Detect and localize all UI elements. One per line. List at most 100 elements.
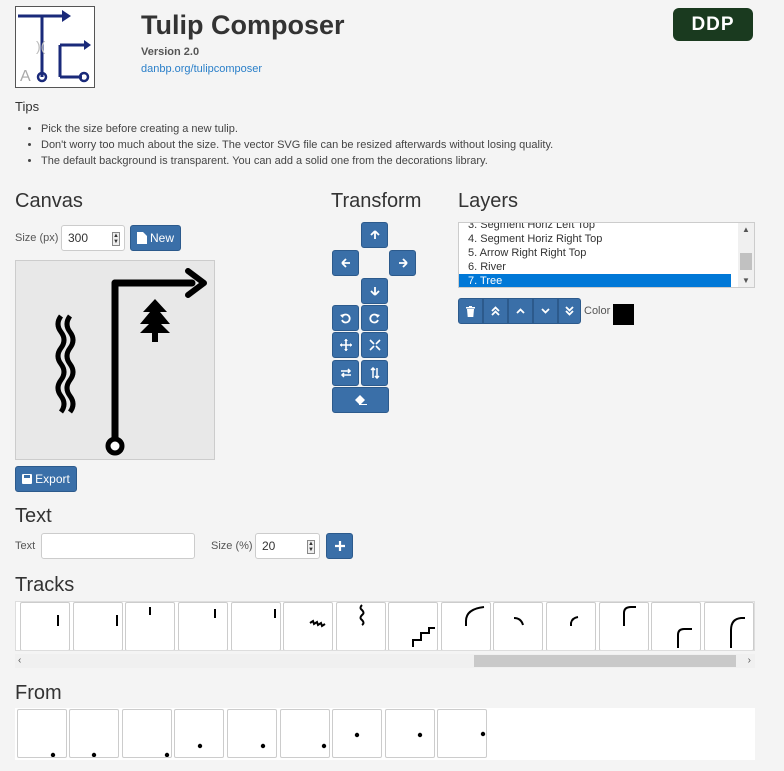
drawing-canvas[interactable] <box>15 260 215 460</box>
new-button[interactable]: New <box>130 225 181 251</box>
canvas-size-input[interactable]: 300 ▲ ▼ <box>61 225 125 251</box>
layers-list[interactable]: 3. Segment Horiz Left Top 4. Segment Hor… <box>458 222 755 288</box>
layer-item[interactable]: 5. Arrow Right Right Top <box>459 246 754 260</box>
tracks-scrollbar[interactable]: ‹ › <box>15 654 755 668</box>
chevron-down-icon <box>541 308 550 314</box>
layer-up-button[interactable] <box>508 298 533 324</box>
erase-button[interactable] <box>332 387 389 413</box>
tip-item: Don't worry too much about the size. The… <box>41 137 553 153</box>
track-tile[interactable] <box>73 602 123 650</box>
from-tile[interactable] <box>227 709 277 758</box>
chevron-left-icon[interactable]: ‹ <box>18 655 21 666</box>
plus-icon <box>334 541 345 551</box>
text-size-value: 20 <box>262 539 276 553</box>
rotate-right-button[interactable] <box>361 305 388 331</box>
layer-item-selected[interactable]: 7. Tree <box>459 274 731 287</box>
scrollbar-thumb[interactable] <box>474 655 736 667</box>
track-tile[interactable] <box>20 602 70 650</box>
layers-scrollbar[interactable]: ▲ ▼ <box>738 223 754 287</box>
spinner-icon[interactable]: ▲ ▼ <box>307 540 315 554</box>
spinner-icon[interactable]: ▲ ▼ <box>112 232 120 246</box>
layer-to-bottom-button[interactable] <box>558 298 581 324</box>
from-tile[interactable] <box>437 709 487 758</box>
canvas-heading: Canvas <box>15 190 83 212</box>
scrollbar-thumb[interactable] <box>740 253 752 270</box>
color-picker[interactable] <box>613 304 634 325</box>
transform-heading: Transform <box>331 190 422 212</box>
from-heading: From <box>15 682 62 704</box>
track-tile[interactable] <box>441 602 491 650</box>
track-tile[interactable] <box>388 602 438 650</box>
add-text-button[interactable] <box>326 533 353 559</box>
track-tile[interactable] <box>704 602 754 650</box>
tips-list: Pick the size before creating a new tuli… <box>26 121 553 169</box>
move-icon <box>339 339 352 351</box>
delete-layer-button[interactable] <box>458 298 483 324</box>
chevron-up-icon[interactable]: ▲ <box>742 225 750 234</box>
track-tile[interactable] <box>125 602 175 650</box>
text-size-label: Size (%) <box>211 540 253 552</box>
flip-vertical-button[interactable] <box>361 360 388 386</box>
canvas-size-value: 300 <box>68 231 89 245</box>
arrow-down-icon <box>369 287 380 296</box>
color-label: Color <box>584 305 611 317</box>
eraser-icon <box>354 395 367 405</box>
chevron-up-icon <box>516 308 525 314</box>
ddp-logo[interactable]: DDP <box>673 8 753 41</box>
layer-item[interactable]: 6. River <box>459 260 754 274</box>
layer-down-button[interactable] <box>533 298 558 324</box>
app-link[interactable]: danbp.org/tulipcomposer <box>141 63 262 75</box>
tips-title: Tips <box>15 99 40 114</box>
text-label: Text <box>15 540 36 552</box>
layers-heading: Layers <box>458 190 519 212</box>
rotate-left-button[interactable] <box>332 305 359 331</box>
move-left-button[interactable] <box>332 250 359 276</box>
tracks-strip <box>15 601 755 651</box>
app-logo: A )( <box>15 6 95 88</box>
sort-icon <box>369 367 380 379</box>
exchange-icon <box>340 368 351 378</box>
rotate-left-icon <box>340 313 351 323</box>
move-down-button[interactable] <box>361 278 388 304</box>
enlarge-button[interactable] <box>332 332 359 358</box>
layer-item[interactable]: 4. Segment Horiz Right Top <box>459 232 754 246</box>
layer-item[interactable]: 3. Segment Horiz Left Top <box>459 223 754 232</box>
from-tile[interactable] <box>122 709 172 758</box>
export-button[interactable]: Export <box>15 466 77 492</box>
arrow-up-icon <box>369 230 380 239</box>
from-tile[interactable] <box>332 709 382 758</box>
double-chevron-up-icon <box>491 306 500 316</box>
export-button-label: Export <box>35 472 70 486</box>
from-tile[interactable] <box>385 709 435 758</box>
from-tile[interactable] <box>17 709 67 758</box>
chevron-down-icon[interactable]: ▼ <box>742 276 750 285</box>
track-tile[interactable] <box>493 602 543 650</box>
double-chevron-down-icon <box>565 306 574 316</box>
track-tile[interactable] <box>546 602 596 650</box>
track-tile[interactable] <box>283 602 333 650</box>
track-tile[interactable] <box>178 602 228 650</box>
track-tile[interactable] <box>599 602 649 650</box>
app-title: Tulip Composer <box>141 10 345 40</box>
rotate-right-icon <box>369 313 380 323</box>
canvas-size-label: Size (px) <box>15 232 59 244</box>
tip-item: Pick the size before creating a new tuli… <box>41 121 553 137</box>
layer-to-top-button[interactable] <box>483 298 508 324</box>
shrink-button[interactable] <box>361 332 388 358</box>
tip-item: The default background is transparent. Y… <box>41 153 553 169</box>
track-tile[interactable] <box>651 602 701 650</box>
chevron-right-icon[interactable]: › <box>748 655 751 666</box>
svg-text:)(: )( <box>36 38 46 54</box>
trash-icon <box>466 305 475 317</box>
move-up-button[interactable] <box>361 222 388 248</box>
from-tile[interactable] <box>280 709 330 758</box>
track-tile[interactable] <box>231 602 281 650</box>
from-tile[interactable] <box>174 709 224 758</box>
flip-horizontal-button[interactable] <box>332 360 359 386</box>
text-size-input[interactable]: 20 ▲ ▼ <box>255 533 320 559</box>
from-tile[interactable] <box>69 709 119 758</box>
svg-text:A: A <box>20 68 31 85</box>
move-right-button[interactable] <box>389 250 416 276</box>
track-tile[interactable] <box>336 602 386 650</box>
text-input[interactable] <box>41 533 195 559</box>
